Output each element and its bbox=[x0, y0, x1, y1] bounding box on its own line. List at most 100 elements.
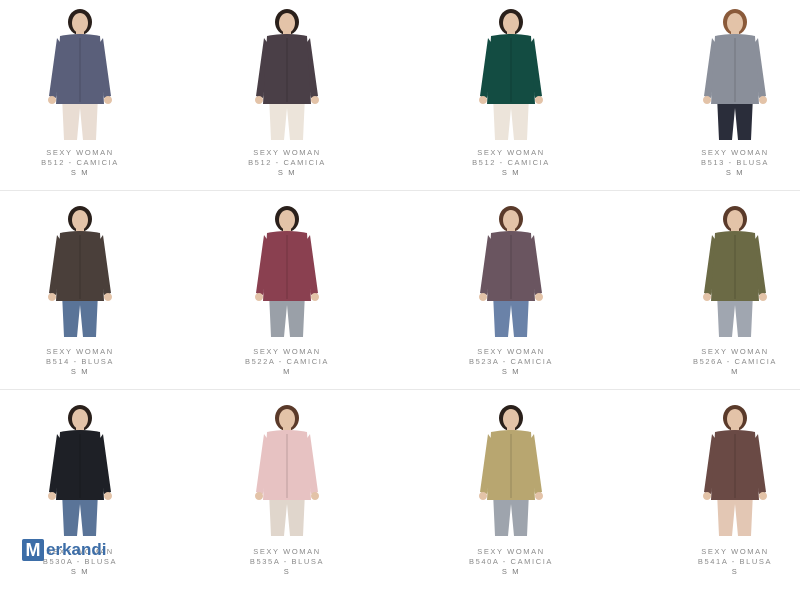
model-figure bbox=[479, 405, 543, 536]
right-hand-shape bbox=[311, 96, 319, 104]
face-shape bbox=[279, 409, 295, 429]
product-meta: SEXY WOMAN B526A - CAMICIA M bbox=[655, 347, 800, 377]
right-hand-shape bbox=[311, 293, 319, 301]
product-image[interactable] bbox=[451, 404, 571, 536]
product-image[interactable] bbox=[451, 205, 571, 337]
product-card[interactable]: SEXY WOMAN B512 - CAMICIA S M bbox=[207, 0, 367, 190]
product-code[interactable]: B540A - CAMICIA bbox=[431, 557, 591, 567]
right-hand-shape bbox=[535, 96, 543, 104]
product-sizes: S M bbox=[501, 168, 521, 177]
logo-letter: M bbox=[22, 539, 44, 561]
left-hand-shape bbox=[48, 96, 56, 104]
face-shape bbox=[72, 210, 88, 230]
face-shape bbox=[279, 210, 295, 230]
product-image[interactable] bbox=[675, 205, 795, 337]
product-card[interactable]: SEXY WOMAN B526A - CAMICIA M bbox=[655, 193, 800, 383]
product-image[interactable] bbox=[675, 8, 795, 140]
product-meta: SEXY WOMAN B535A - BLUSA S bbox=[207, 547, 367, 577]
right-hand-shape bbox=[535, 293, 543, 301]
logo-wordmark: erkandi bbox=[46, 540, 107, 559]
product-card[interactable]: SEXY WOMAN B512 - CAMICIA S M bbox=[0, 0, 160, 190]
product-meta: SEXY WOMAN B512 - CAMICIA S M bbox=[431, 148, 591, 178]
product-code[interactable]: B512 - CAMICIA bbox=[0, 158, 160, 168]
product-meta: SEXY WOMAN B522A - CAMICIA M bbox=[207, 347, 367, 377]
product-card[interactable]: SEXY WOMAN B535A - BLUSA S bbox=[207, 392, 367, 582]
product-brand: SEXY WOMAN bbox=[701, 547, 769, 556]
face-shape bbox=[503, 409, 519, 429]
left-hand-shape bbox=[479, 96, 487, 104]
right-hand-shape bbox=[104, 96, 112, 104]
product-meta: SEXY WOMAN B512 - CAMICIA S M bbox=[207, 148, 367, 178]
product-image[interactable] bbox=[227, 8, 347, 140]
left-hand-shape bbox=[48, 492, 56, 500]
product-row: SEXY WOMAN B514 - BLUSA S M SEXY WOMAN B… bbox=[0, 193, 800, 391]
product-card[interactable]: SEXY WOMAN B512 - CAMICIA S M bbox=[431, 0, 591, 190]
model-figure bbox=[479, 206, 543, 337]
row-divider bbox=[0, 389, 800, 390]
product-meta: SEXY WOMAN B514 - BLUSA S M bbox=[0, 347, 160, 377]
product-meta: SEXY WOMAN B523A - CAMICIA S M bbox=[431, 347, 591, 377]
product-card[interactable]: SEXY WOMAN B541A - BLUSA S bbox=[655, 392, 800, 582]
product-brand: SEXY WOMAN bbox=[253, 347, 321, 356]
face-shape bbox=[503, 13, 519, 33]
left-hand-shape bbox=[703, 293, 711, 301]
product-image[interactable] bbox=[227, 205, 347, 337]
product-code[interactable]: B541A - BLUSA bbox=[655, 557, 800, 567]
product-meta: SEXY WOMAN B541A - BLUSA S bbox=[655, 547, 800, 577]
product-brand: SEXY WOMAN bbox=[701, 148, 769, 157]
product-brand: SEXY WOMAN bbox=[701, 347, 769, 356]
product-image[interactable] bbox=[20, 8, 140, 140]
product-image[interactable] bbox=[227, 404, 347, 536]
product-sizes: M bbox=[283, 367, 291, 376]
face-shape bbox=[279, 13, 295, 33]
product-sizes: M bbox=[731, 367, 739, 376]
product-image[interactable] bbox=[675, 404, 795, 536]
product-card[interactable]: SEXY WOMAN B513 - BLUSA S M bbox=[655, 0, 800, 190]
row-divider bbox=[0, 190, 800, 191]
product-card[interactable]: SEXY WOMAN B523A - CAMICIA S M bbox=[431, 193, 591, 383]
product-code[interactable]: B512 - CAMICIA bbox=[207, 158, 367, 168]
right-hand-shape bbox=[104, 293, 112, 301]
product-card[interactable]: SEXY WOMAN B540A - CAMICIA S M bbox=[431, 392, 591, 582]
face-shape bbox=[727, 409, 743, 429]
right-hand-shape bbox=[759, 492, 767, 500]
product-code[interactable]: B522A - CAMICIA bbox=[207, 357, 367, 367]
product-meta: SEXY WOMAN B513 - BLUSA S M bbox=[655, 148, 800, 178]
left-hand-shape bbox=[479, 492, 487, 500]
left-hand-shape bbox=[48, 293, 56, 301]
product-image[interactable] bbox=[20, 205, 140, 337]
face-shape bbox=[727, 210, 743, 230]
product-code[interactable]: B513 - BLUSA bbox=[655, 158, 800, 168]
product-meta: SEXY WOMAN B512 - CAMICIA S M bbox=[0, 148, 160, 178]
product-card[interactable]: SEXY WOMAN B522A - CAMICIA M bbox=[207, 193, 367, 383]
product-row: SEXY WOMAN B530A - BLUSA S M SEXY WOMAN … bbox=[0, 392, 800, 590]
right-hand-shape bbox=[759, 96, 767, 104]
model-figure bbox=[48, 206, 112, 337]
product-grid: SEXY WOMAN B512 - CAMICIA S M SEXY WOMAN… bbox=[0, 0, 800, 587]
model-figure bbox=[703, 9, 767, 140]
face-shape bbox=[727, 13, 743, 33]
product-brand: SEXY WOMAN bbox=[477, 347, 545, 356]
product-meta: SEXY WOMAN B540A - CAMICIA S M bbox=[431, 547, 591, 577]
product-code[interactable]: B512 - CAMICIA bbox=[431, 158, 591, 168]
left-hand-shape bbox=[703, 492, 711, 500]
left-hand-shape bbox=[703, 96, 711, 104]
model-figure bbox=[479, 9, 543, 140]
product-card[interactable]: SEXY WOMAN B514 - BLUSA S M bbox=[0, 193, 160, 383]
product-image[interactable] bbox=[451, 8, 571, 140]
product-brand: SEXY WOMAN bbox=[477, 547, 545, 556]
product-code[interactable]: B526A - CAMICIA bbox=[655, 357, 800, 367]
product-sizes: S M bbox=[277, 168, 297, 177]
product-code[interactable]: B523A - CAMICIA bbox=[431, 357, 591, 367]
product-code[interactable]: B514 - BLUSA bbox=[0, 357, 160, 367]
product-image[interactable] bbox=[20, 404, 140, 536]
product-sizes: S M bbox=[501, 567, 521, 576]
model-figure bbox=[48, 9, 112, 140]
product-brand: SEXY WOMAN bbox=[253, 547, 321, 556]
left-hand-shape bbox=[255, 96, 263, 104]
product-sizes: S M bbox=[501, 367, 521, 376]
product-sizes: S M bbox=[725, 168, 745, 177]
product-sizes: S bbox=[731, 567, 739, 576]
product-code[interactable]: B535A - BLUSA bbox=[207, 557, 367, 567]
right-hand-shape bbox=[311, 492, 319, 500]
